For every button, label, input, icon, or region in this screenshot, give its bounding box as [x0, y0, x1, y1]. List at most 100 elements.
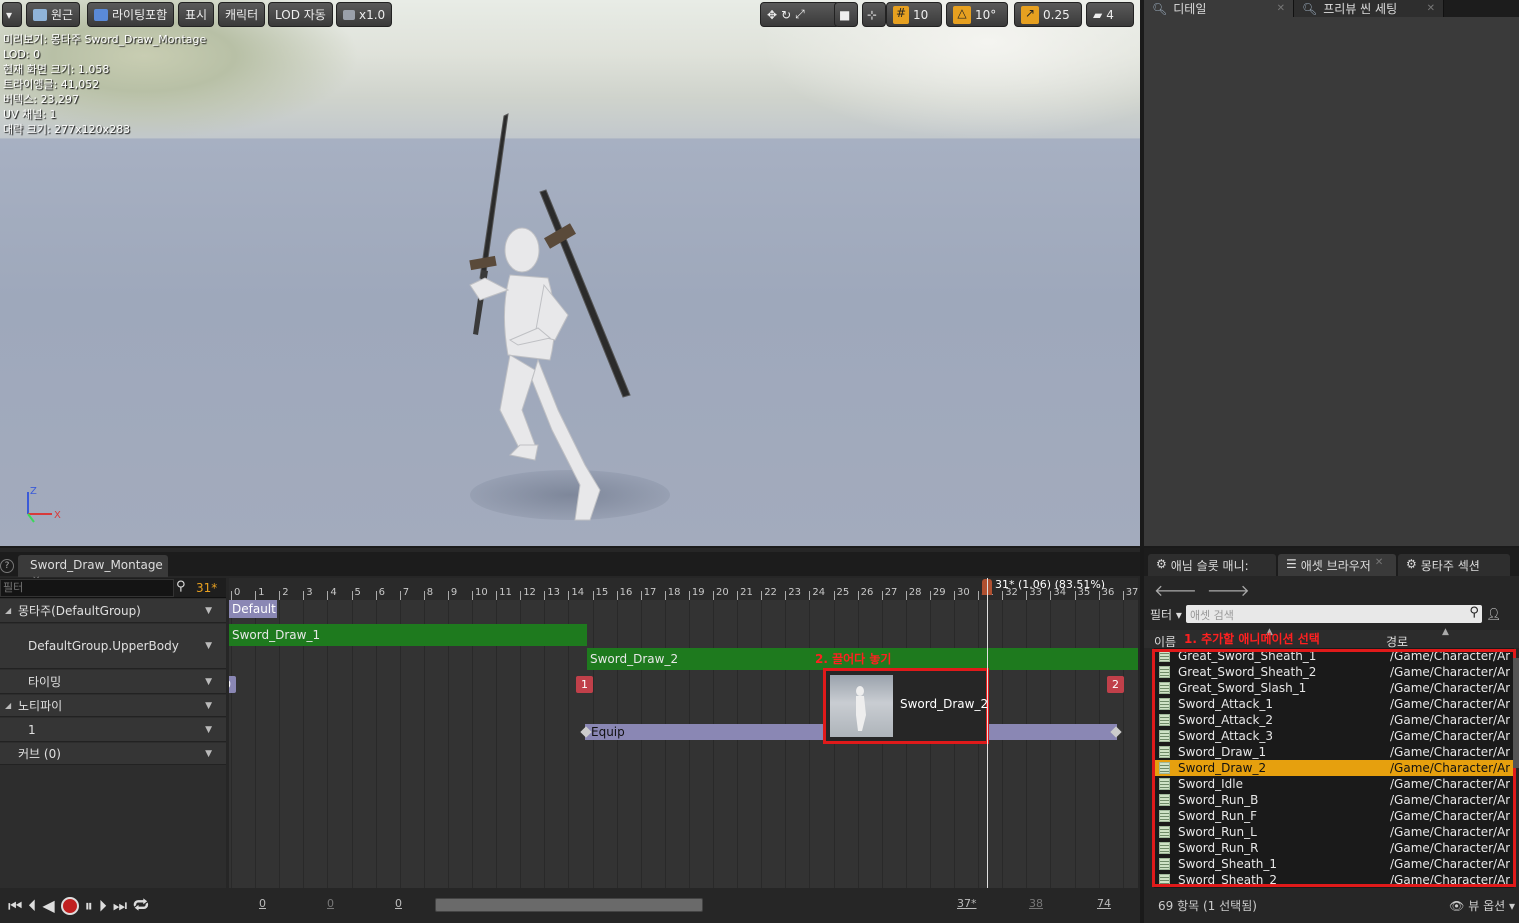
timing-marker-2[interactable]: 2 [1107, 676, 1124, 693]
move-icon[interactable]: ✥ [767, 8, 777, 22]
section-default[interactable]: Default [229, 600, 277, 618]
asset-list-scrollbar[interactable] [1513, 658, 1519, 768]
track-notify-1[interactable]: 1 ▼ [0, 718, 226, 742]
track-notify[interactable]: ◢ 노티파이 ▼ [0, 695, 226, 717]
tab-anim-slot-manager[interactable]: ⚙ 애님 슬롯 매니: [1148, 554, 1276, 576]
dropdown-icon[interactable]: ▼ [205, 677, 212, 687]
dropdown-icon[interactable]: ▼ [205, 749, 212, 759]
close-icon[interactable]: ✕ [1375, 557, 1383, 568]
ruler-tick-mark [1122, 591, 1124, 600]
grid-snap-button[interactable]: # 10 [886, 2, 942, 27]
step-forward-icon[interactable]: ⏵ [99, 896, 107, 916]
scale-icon[interactable]: ⤢ [795, 7, 805, 22]
ruler-tick-label: 10 [475, 587, 488, 598]
mannequin-character[interactable] [440, 110, 680, 540]
expand-caret-icon[interactable]: ◢ [5, 606, 11, 615]
ruler-tick-label: 37 [1125, 587, 1138, 598]
rotate-icon[interactable]: ↻ [781, 8, 791, 22]
dropdown-icon[interactable]: ▼ [205, 641, 212, 651]
track-filter-input[interactable] [0, 578, 174, 597]
ruler-tick-mark [1002, 591, 1004, 600]
transport-controls: ⏮ ⏴ ◀ ⏸ ⏵ ⏭ 🔁︎ [0, 888, 226, 923]
track-timing[interactable]: 타이밍 ▼ [0, 670, 226, 694]
ruler-tick-mark [472, 591, 473, 600]
skip-to-start-icon[interactable]: ⏮ [8, 896, 22, 916]
range-number[interactable]: 0 [395, 897, 402, 910]
perspective-button[interactable]: 원근 [26, 2, 81, 27]
expand-caret-icon[interactable]: ◢ [5, 701, 11, 710]
range-number[interactable]: 37* [957, 897, 977, 910]
view-options-button[interactable]: 👁︎ 뷰 옵션 ▾ [1449, 897, 1515, 914]
dropdown-icon[interactable]: ▼ [205, 725, 212, 735]
ruler-tick-label: 12 [523, 587, 536, 598]
dropdown-icon[interactable]: ▼ [205, 701, 212, 711]
tab-asset-browser[interactable]: ☰ 애셋 브라우저 ✕ [1278, 554, 1396, 576]
forward-arrow-icon[interactable]: 🡒 [1207, 580, 1250, 600]
ruler-tick-label: 8 [426, 587, 434, 598]
lighting-button[interactable]: 라이팅포함 [87, 2, 175, 27]
timeline-scrollbar[interactable] [435, 898, 703, 912]
surface-snap-button[interactable]: ⊹ [862, 2, 886, 27]
track-curves[interactable]: 커브 (0) ▼ [0, 743, 226, 765]
tab-details[interactable]: 🔍︎ 디테일 ✕ [1144, 0, 1294, 17]
timing-marker-0[interactable]: 0 [229, 676, 236, 693]
timeline-gridline [664, 600, 666, 888]
ruler-tick-label: 27 [884, 587, 898, 598]
transform-mode-group[interactable]: ✥ ↻ ⤢ [760, 2, 840, 27]
show-button[interactable]: 표시 [178, 2, 215, 27]
ruler-tick-label: 20 [716, 587, 729, 598]
help-icon[interactable]: ? [0, 559, 14, 573]
pause-icon[interactable]: ⏸ [85, 896, 93, 916]
timeline-gridline [713, 600, 714, 888]
character-button[interactable]: 캐릭터 [218, 2, 266, 27]
step-back-icon[interactable]: ⏴ [28, 896, 36, 916]
ruler-tick-mark [447, 591, 449, 600]
dropdown-icon[interactable]: ▼ [205, 606, 212, 616]
record-icon[interactable] [60, 896, 79, 915]
skip-to-end-icon[interactable]: ⏭ [113, 896, 127, 916]
drag-preview[interactable]: Sword_Draw_2 [823, 668, 989, 744]
segment-sword-draw-1[interactable]: Sword_Draw_1 [229, 624, 587, 646]
tab-montage-sections[interactable]: ⚙ 몽타주 섹션 [1398, 554, 1510, 576]
playback-speed-button[interactable]: x1.0 [336, 2, 393, 27]
back-arrow-icon[interactable]: 🡐 [1154, 580, 1197, 600]
ruler-tick-mark [688, 591, 690, 600]
range-end-number[interactable]: 74 [1097, 897, 1111, 910]
viewport-menu-button[interactable]: ▾ [2, 2, 22, 27]
close-icon[interactable]: ✕ [1277, 3, 1285, 14]
camera-speed-button[interactable]: ▰ 4 [1086, 2, 1134, 27]
sword-left [469, 113, 509, 335]
range-start-number[interactable]: 0 [259, 897, 266, 910]
tab-preview-scene-settings[interactable]: 🔍︎ 프리뷰 씬 세팅 ✕ [1294, 0, 1444, 17]
drag-preview-label: Sword_Draw_2 [900, 697, 989, 711]
world-local-button[interactable]: ■ [834, 2, 858, 27]
ruler-tick-mark [303, 591, 305, 600]
lod-button[interactable]: LOD 자동 [268, 2, 333, 27]
filter-dropdown[interactable]: 필터 ▾ [1150, 606, 1182, 623]
preview-viewport[interactable]: ▾ 원근 라이팅포함 표시 캐릭터 LOD 자동 x1.0 ✥ ↻ ⤢ ■ ⊹ … [0, 0, 1140, 546]
ruler-tick-label: 28 [908, 587, 922, 598]
playhead[interactable] [987, 578, 988, 888]
play-reverse-icon[interactable]: ◀ [42, 896, 54, 915]
ruler-tick-mark [399, 591, 401, 600]
ruler-tick-label: 17 [643, 587, 657, 598]
range-number[interactable]: 0 [327, 897, 334, 910]
range-number[interactable]: 38 [1029, 897, 1043, 910]
close-icon[interactable]: ✕ [1427, 3, 1435, 14]
rotation-snap-button[interactable]: △ 10° [946, 2, 1008, 27]
lit-sphere-icon [94, 8, 108, 21]
sort-arrow-icon: ▲ [1442, 627, 1449, 637]
tab-montage[interactable]: Sword_Draw_Montage ✕ [18, 555, 168, 586]
magnifier-info-icon: 🔍︎ [1152, 1, 1168, 16]
timing-marker-1[interactable]: 1 [576, 676, 593, 693]
playhead-label: 31* (1.06) (83.51%) [995, 578, 1106, 591]
asset-search-input[interactable]: 애셋 검색 ⚲ [1185, 605, 1482, 623]
montage-timeline[interactable]: 0 1 2 3 4 5 6 7 8 9 10 11 12 13 14 15 16 17 18 19 20 21 22 23 24… [229, 578, 1138, 888]
person-icon[interactable]: 👤︎ [1486, 607, 1501, 621]
track-montage-group[interactable]: ◢ 몽타주(DefaultGroup) ▼ [0, 599, 226, 623]
loop-icon[interactable]: 🔁︎ [133, 894, 149, 917]
timeline-gridline [592, 600, 594, 888]
stat-line: LOD: 0 [3, 48, 41, 61]
scale-snap-button[interactable]: ↗ 0.25 [1014, 2, 1082, 27]
track-slot[interactable]: DefaultGroup.UpperBody ▼ [0, 624, 226, 669]
